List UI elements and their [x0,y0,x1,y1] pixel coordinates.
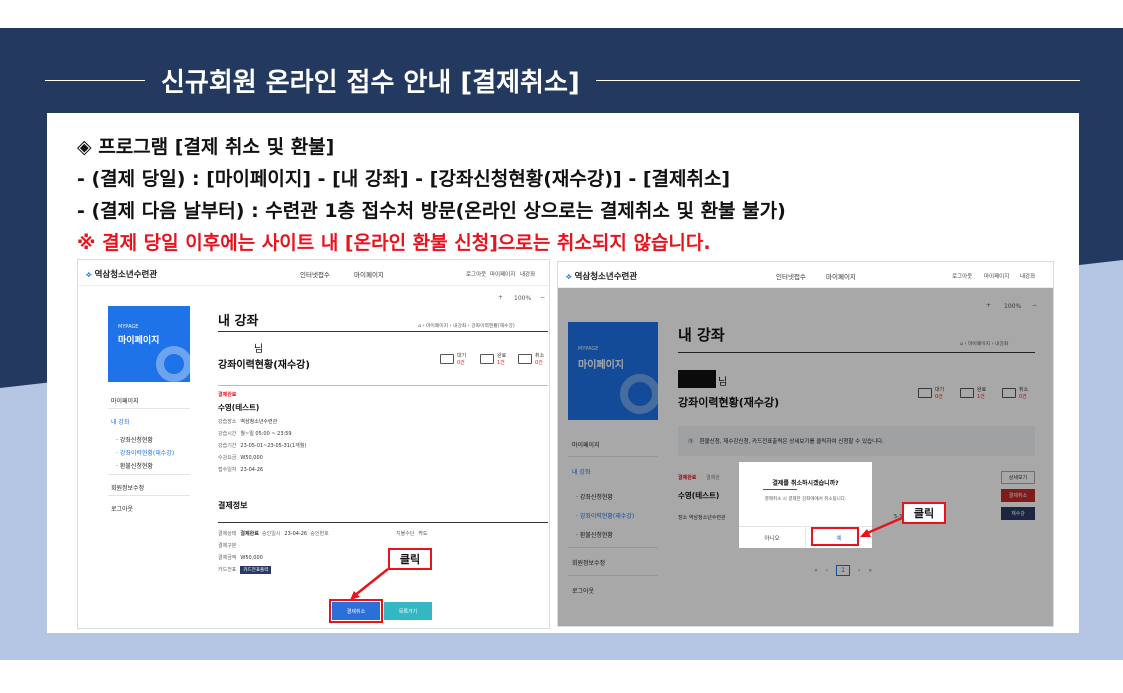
screenshot-cancel-confirm: ⟡ 역삼청소년수련관 인터넷접수 마이페이지 로그아웃 마이페이지 내강좌 MY… [557,261,1054,627]
title-rule-left [45,79,145,81]
instruction-warning: ※ 결제 당일 이후에는 사이트 내 [온라인 환불 신청]으로는 취소되지 않… [77,232,711,254]
instruction-next-day: - (결제 다음 날부터) : 수련관 1층 접수처 방문(온라인 상으로는 결… [77,200,786,222]
click-arrow-icon [350,568,389,600]
instruction-same-day: - (결제 당일) : [마이페이지] - [내 강좌] - [강좌신청현황(재… [77,168,731,190]
click-arrow-icon [860,516,903,537]
title-rule-right [595,79,1080,81]
screenshot-course-history: ⟡ 역삼청소년수련관 인터넷접수 마이페이지 로그아웃 마이페이지 내강좌 MY… [77,259,550,629]
slide-title: 신규회원 온라인 접수 안내 [결제취소] [161,67,580,98]
slide-bottom-band [0,660,1123,693]
slide-top-band [0,0,1123,28]
content-card: ◈ 프로그램 [결제 취소 및 환불] - (결제 당일) : [마이페이지] … [47,113,1079,633]
instruction-heading: ◈ 프로그램 [결제 취소 및 환불] [77,136,335,158]
instruction-lines: ◈ 프로그램 [결제 취소 및 환불] - (결제 당일) : [마이페이지] … [77,131,786,259]
slide-title-row: 신규회원 온라인 접수 안내 [결제취소] [45,60,1080,100]
